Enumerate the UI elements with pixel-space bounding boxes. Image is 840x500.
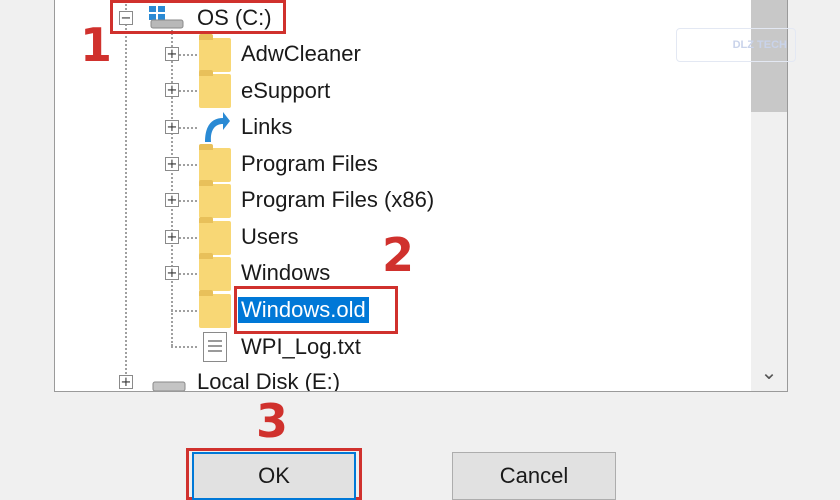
tree-item-wpi-log[interactable]: WPI_Log.txt (241, 329, 361, 365)
callout-highlight-os-c (110, 0, 286, 34)
step-number-2: 2 (382, 228, 415, 282)
tree-item-esupport[interactable]: eSupport (241, 73, 330, 109)
step-number-3: 3 (256, 394, 289, 448)
expand-toggle-local-disk-e[interactable]: + (119, 375, 133, 389)
folder-icon (199, 70, 231, 108)
tree-item-label: Program Files (x86) (241, 187, 435, 212)
tree-item-label: AdwCleaner (241, 41, 361, 66)
folder-icon (199, 253, 231, 291)
tree-item-label: eSupport (241, 78, 331, 103)
tree-item-links[interactable]: Links (241, 109, 292, 145)
expand-toggle[interactable]: + (165, 230, 179, 244)
expand-toggle[interactable]: + (165, 266, 179, 280)
watermark-text: DLZ TECH (732, 39, 787, 51)
tree-item-users[interactable]: Users (241, 219, 298, 255)
ok-button[interactable]: OK (192, 452, 356, 500)
tree-item-program-files-x86[interactable]: Program Files (x86) (241, 182, 434, 218)
tree-item-label: WPI_Log.txt (241, 334, 361, 359)
expand-toggle[interactable]: + (165, 120, 179, 134)
expand-toggle[interactable]: + (165, 193, 179, 207)
folder-icon (199, 217, 231, 255)
tree-item-label: Program Files (241, 151, 378, 176)
text-file-icon (203, 332, 227, 362)
folder-icon (199, 144, 231, 182)
expand-toggle[interactable]: + (165, 47, 179, 61)
tree-item-label: Windows (241, 260, 331, 285)
cancel-button[interactable]: Cancel (452, 452, 616, 500)
tree-connector (125, 0, 127, 378)
tree-item-label: Users (241, 224, 299, 249)
tree-item-label: Local Disk (E:) (197, 369, 341, 392)
watermark-logo: DLZ TECH (676, 28, 796, 62)
shortcut-arrow-icon (205, 112, 230, 142)
tree-item-program-files[interactable]: Program Files (241, 146, 378, 182)
tree-connector (171, 30, 173, 346)
callout-highlight-windows-old (234, 286, 398, 334)
folder-icon (199, 180, 231, 218)
tree-item-local-disk-e[interactable]: Local Disk (E:) (197, 364, 341, 392)
tree-item-adwcleaner[interactable]: AdwCleaner (241, 36, 361, 72)
expand-toggle[interactable]: + (165, 83, 179, 97)
step-number-1: 1 (80, 18, 113, 72)
folder-icon (199, 290, 231, 328)
folder-icon (199, 34, 231, 72)
scroll-down-arrow-icon[interactable]: ⌄ (751, 357, 787, 387)
tree-item-label: Links (241, 114, 293, 139)
expand-toggle[interactable]: + (165, 157, 179, 171)
tree-connector (171, 346, 197, 348)
tree-connector (171, 310, 197, 312)
drive-icon (152, 381, 186, 391)
